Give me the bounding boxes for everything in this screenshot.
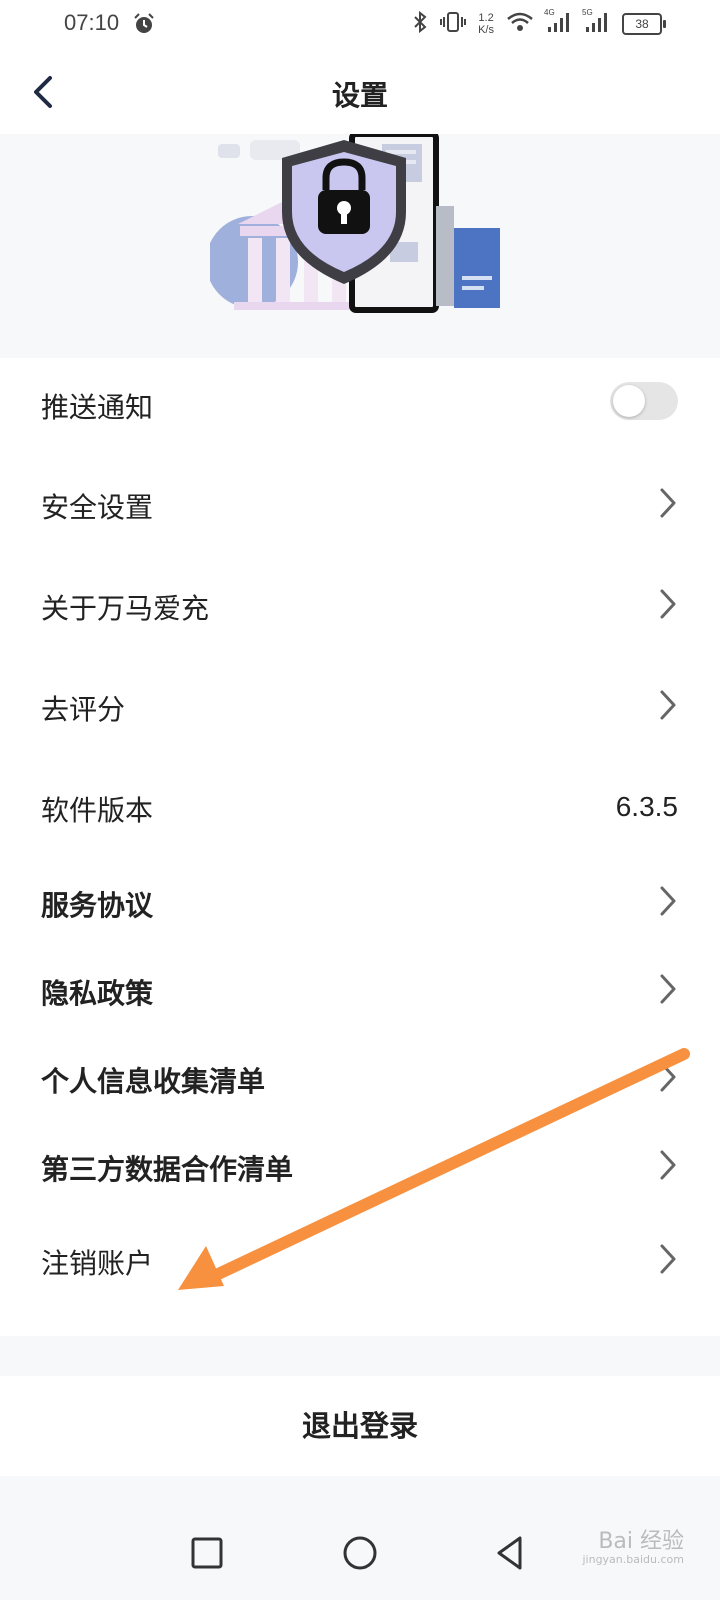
- logout-label: 退出登录: [301, 1409, 418, 1443]
- chevron-right-icon: [660, 1062, 676, 1092]
- watermark-site: jingyan.baidu.com: [582, 1553, 684, 1566]
- security-settings-label: 安全设置: [41, 491, 154, 524]
- nav-bar: 设置: [0, 50, 720, 134]
- baidu-jingyan-watermark: Bai 经验 jingyan.baidu.com: [582, 1530, 684, 1566]
- square-icon: [191, 1537, 223, 1569]
- cancel-account-label: 注销账户: [41, 1247, 154, 1280]
- version-label: 软件版本: [41, 794, 154, 827]
- signal-label-4g: 4G: [544, 8, 555, 17]
- personal-info-list-label: 个人信息收集清单: [41, 1065, 266, 1098]
- setting-row-personal-info-list[interactable]: 个人信息收集清单: [0, 1034, 720, 1118]
- chevron-right-icon: [660, 690, 676, 720]
- about-label: 关于万马爱充: [41, 592, 210, 625]
- setting-row-third-party-data[interactable]: 第三方数据合作清单: [0, 1122, 720, 1206]
- triangle-back-icon: [497, 1536, 522, 1570]
- system-back-button[interactable]: [487, 1528, 537, 1578]
- chevron-right-icon: [660, 974, 676, 1004]
- page-title: 设置: [331, 79, 388, 112]
- rate-label: 去评分: [41, 693, 126, 726]
- setting-row-privacy-policy[interactable]: 隐私政策: [0, 946, 720, 1030]
- alarm-icon: [132, 12, 156, 40]
- bluetooth-icon: [412, 10, 428, 38]
- status-icons: 1.2 K/s 4G 5G 38: [412, 8, 666, 38]
- version-value: 6.3.5: [615, 791, 678, 822]
- security-shield-lock-illustration: [210, 134, 500, 313]
- battery-icon: 38: [622, 13, 666, 35]
- settings-list: 推送通知 安全设置 关于万马爱充 去评分 软件版本 6.3.5 服务协议 隐私政…: [0, 358, 720, 1336]
- cellular-signal-5g-icon: 5G: [582, 8, 610, 37]
- setting-row-about[interactable]: 关于万马爱充: [0, 559, 720, 649]
- setting-row-version: 软件版本 6.3.5: [0, 761, 720, 851]
- logout-button[interactable]: 退出登录: [0, 1376, 720, 1476]
- network-speed-unit: K/s: [478, 24, 494, 36]
- status-bar: 07:10 1.2 K/s 4G 5G 38: [0, 0, 720, 50]
- wifi-icon: [506, 11, 534, 37]
- chevron-right-icon: [660, 589, 676, 619]
- circle-icon: [343, 1536, 377, 1570]
- setting-row-service-agreement[interactable]: 服务协议: [0, 858, 720, 942]
- setting-row-security[interactable]: 安全设置: [0, 458, 720, 548]
- cellular-signal-4g-icon: 4G: [544, 8, 572, 37]
- third-party-data-label: 第三方数据合作清单: [41, 1153, 294, 1186]
- setting-row-push-notification: 推送通知: [0, 358, 720, 448]
- setting-row-rate[interactable]: 去评分: [0, 660, 720, 750]
- chevron-right-icon: [660, 1150, 676, 1180]
- home-button[interactable]: [335, 1528, 385, 1578]
- push-notification-label: 推送通知: [41, 391, 154, 424]
- signal-label-5g: 5G: [582, 8, 593, 17]
- watermark-brand: Bai 经验: [598, 1529, 684, 1554]
- security-banner: [0, 134, 720, 359]
- chevron-right-icon: [660, 488, 676, 518]
- status-time: 07:10: [64, 10, 120, 35]
- toggle-knob: [613, 385, 645, 417]
- network-speed: 1.2 K/s: [478, 12, 494, 36]
- privacy-policy-label: 隐私政策: [41, 977, 154, 1010]
- service-agreement-label: 服务协议: [41, 889, 154, 922]
- chevron-right-icon: [660, 886, 676, 916]
- chevron-right-icon: [660, 1244, 676, 1274]
- network-speed-value: 1.2: [478, 12, 494, 24]
- setting-row-cancel-account[interactable]: 注销账户: [0, 1214, 720, 1304]
- recent-apps-button[interactable]: [182, 1528, 232, 1578]
- push-notification-toggle[interactable]: [610, 382, 678, 420]
- vibrate-icon: [440, 10, 467, 38]
